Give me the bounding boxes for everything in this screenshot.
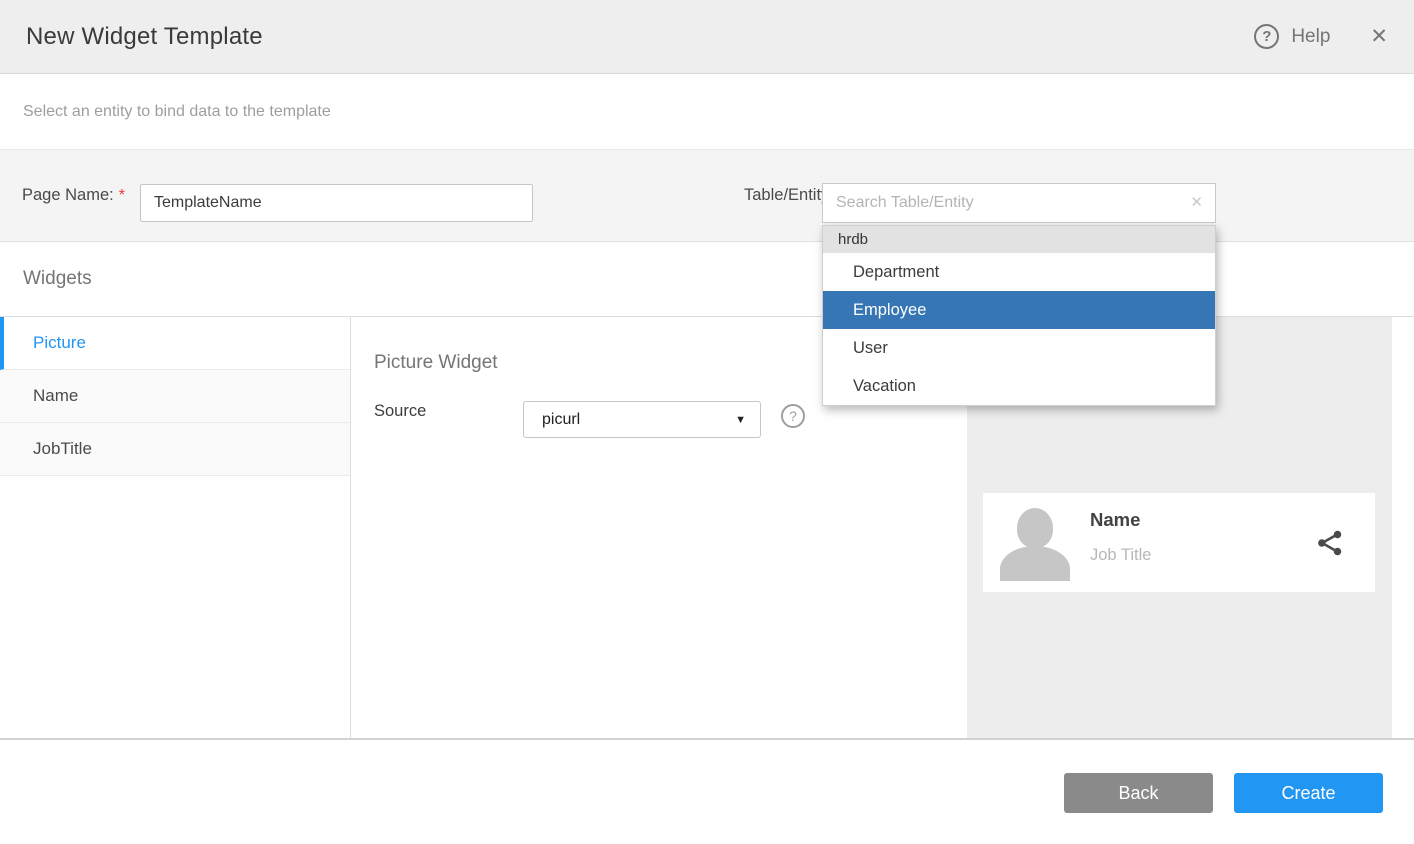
required-asterisk: * (119, 187, 125, 205)
new-widget-template-dialog: New Widget Template ? Help ✕ Select an e… (0, 0, 1414, 844)
chevron-down-icon: ▼ (735, 414, 746, 426)
dropdown-item-department[interactable]: Department (823, 253, 1215, 291)
widgets-sidebar: Picture Name JobTitle (0, 317, 351, 738)
dropdown-group-header: hrdb (823, 226, 1215, 253)
dropdown-item-vacation[interactable]: Vacation (823, 367, 1215, 405)
panel-title: Picture Widget (374, 352, 498, 374)
source-select-value: picurl (542, 411, 735, 429)
source-select[interactable]: picurl ▼ (523, 401, 761, 438)
page-name-label: Page Name: * (22, 150, 125, 241)
back-button[interactable]: Back (1064, 773, 1213, 813)
entity-dropdown: hrdb Department Employee User Vacation (822, 225, 1216, 406)
page-name-input[interactable] (140, 184, 533, 222)
dropdown-item-employee[interactable]: Employee (823, 291, 1215, 329)
widgets-heading: Widgets (23, 268, 92, 290)
table-entity-search-input[interactable] (822, 183, 1216, 223)
subtitle-text: Select an entity to bind data to the tem… (23, 103, 331, 121)
dialog-footer: Back Create (0, 740, 1414, 844)
clear-search-icon[interactable]: ✕ (1190, 193, 1203, 211)
person-avatar-icon (1000, 504, 1070, 581)
dialog-header: New Widget Template ? Help ✕ (0, 0, 1414, 74)
source-help-icon[interactable]: ? (781, 404, 805, 428)
table-entity-search: ✕ (822, 183, 1216, 223)
sidebar-item-name[interactable]: Name (0, 370, 350, 423)
sidebar-item-picture[interactable]: Picture (0, 317, 350, 370)
source-label: Source (374, 402, 426, 421)
sidebar-item-jobtitle[interactable]: JobTitle (0, 423, 350, 476)
preview-jobtitle-text: Job Title (1090, 546, 1151, 565)
header-actions: ? Help ✕ (1254, 24, 1388, 49)
page-title: New Widget Template (26, 23, 263, 51)
preview-card: Name Job Title (983, 493, 1375, 592)
help-button[interactable]: Help (1291, 26, 1330, 48)
dropdown-item-user[interactable]: User (823, 329, 1215, 367)
preview-name-text: Name (1090, 509, 1140, 531)
share-icon (1315, 528, 1345, 558)
close-icon[interactable]: ✕ (1370, 24, 1388, 49)
help-icon[interactable]: ? (1254, 24, 1279, 49)
subtitle-row: Select an entity to bind data to the tem… (0, 74, 1414, 150)
create-button[interactable]: Create (1234, 773, 1383, 813)
